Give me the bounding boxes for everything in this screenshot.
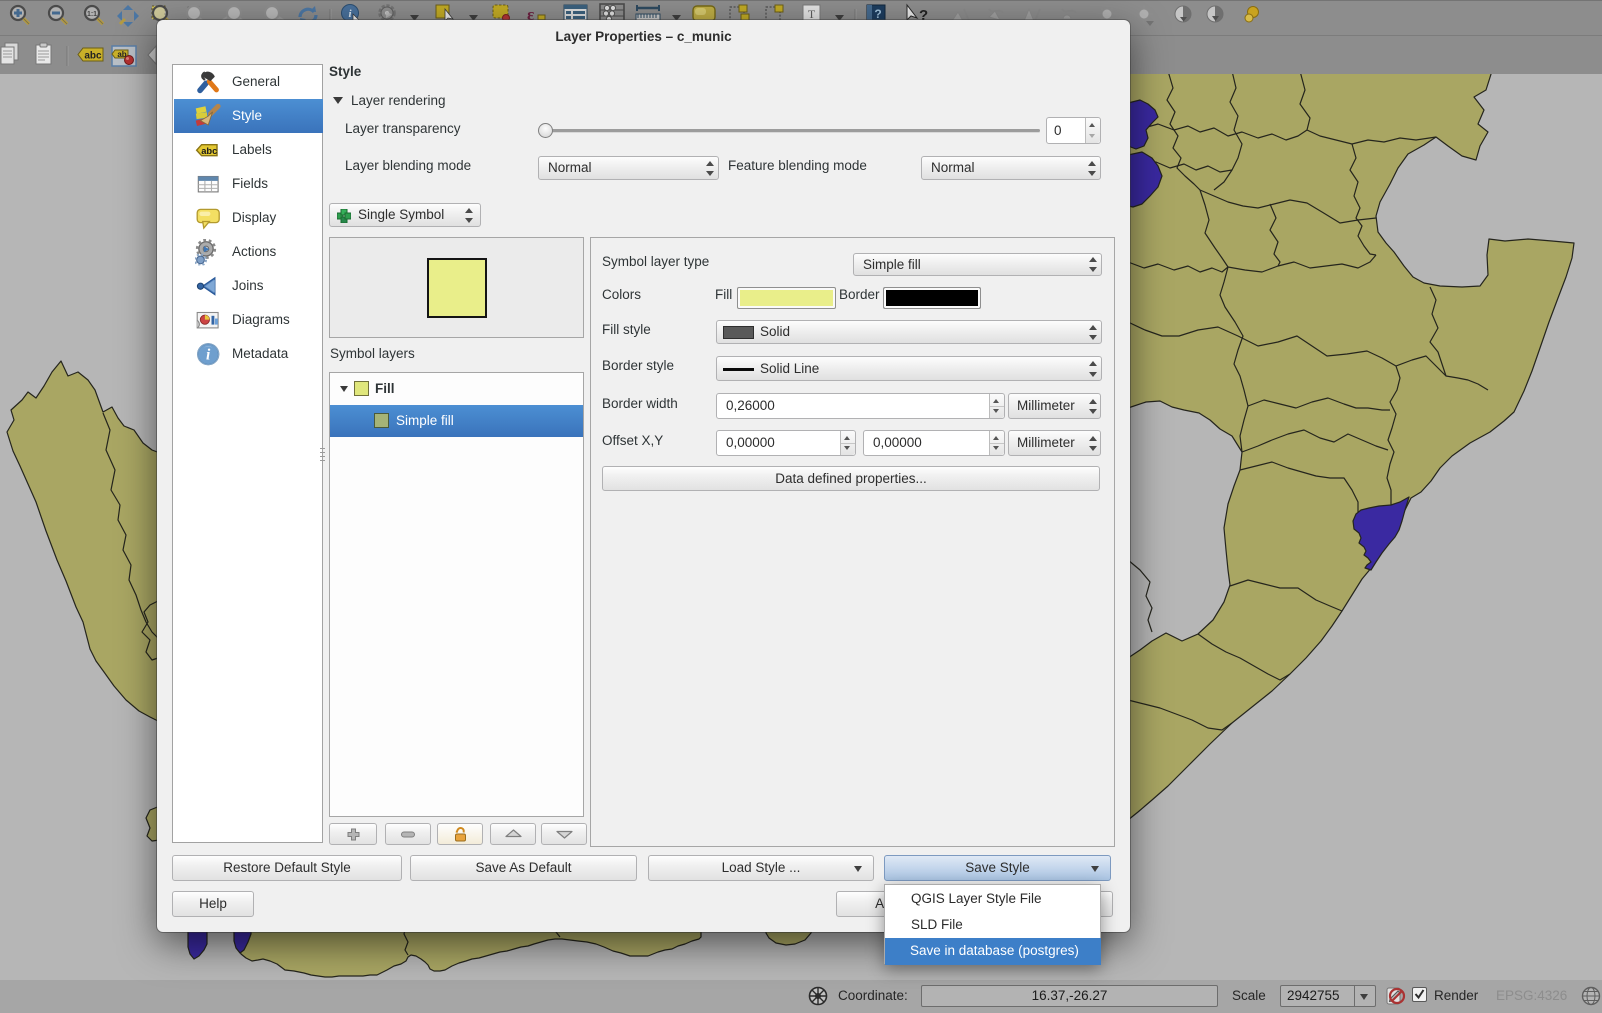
svg-text:?: ? <box>874 7 881 21</box>
svg-text:T: T <box>808 7 816 21</box>
svg-text:abc: abc <box>201 146 217 156</box>
svg-text:i: i <box>206 347 211 364</box>
svg-text:1:1: 1:1 <box>87 11 97 18</box>
svg-text:abc: abc <box>84 51 102 62</box>
